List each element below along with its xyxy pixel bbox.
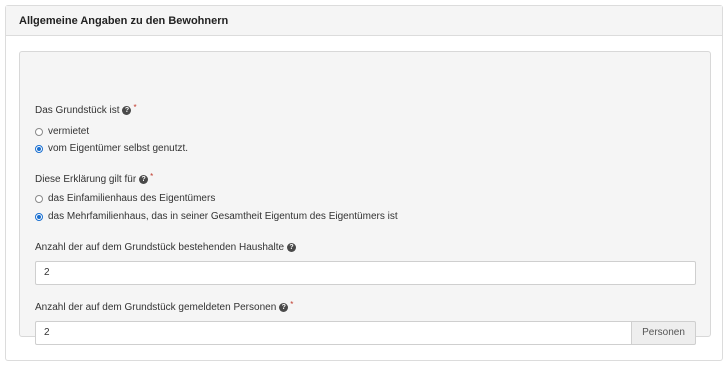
grundstueck-label: Das Grundstück ist [35, 105, 120, 116]
personen-label: Anzahl der auf dem Grundstück gemeldeten… [35, 302, 277, 313]
erklaerung-label-row: Diese Erklärung gilt für ? * [35, 172, 154, 185]
personen-label-row: Anzahl der auf dem Grundstück gemeldeten… [35, 300, 294, 313]
form-well: Das Grundstück ist ? * vermietet vom Eig… [19, 51, 711, 345]
radio-mehrfamilienhaus[interactable]: das Mehrfamilienhaus, das in seiner Gesa… [35, 211, 398, 222]
required-marker: * [290, 300, 294, 309]
radio-button-selected[interactable] [35, 144, 43, 153]
required-marker: * [133, 103, 137, 112]
question-circle-icon[interactable]: ? [287, 243, 297, 252]
haushalte-label: Anzahl der auf dem Grundstück bestehende… [35, 242, 285, 253]
panel-title: Allgemeine Angaben zu den Bewohnern [6, 6, 722, 36]
residents-panel: Allgemeine Angaben zu den Bewohnern Das … [5, 5, 723, 361]
required-marker: * [150, 172, 154, 181]
question-circle-icon[interactable]: ? [122, 106, 132, 115]
personen-unit-addon: Personen [632, 321, 696, 345]
erklaerung-label: Diese Erklärung gilt für [35, 174, 137, 185]
radio-einfamilienhaus[interactable]: das Einfamilienhaus des Eigentümers [35, 193, 215, 204]
personen-input[interactable]: 2 [35, 321, 632, 345]
haushalte-label-row: Anzahl der auf dem Grundstück bestehende… [35, 242, 297, 253]
radio-button[interactable] [35, 194, 43, 203]
question-circle-icon[interactable]: ? [139, 175, 149, 184]
radio-vermietet[interactable]: vermietet [35, 126, 89, 137]
radio-label: das Mehrfamilienhaus, das in seiner Gesa… [48, 211, 398, 222]
question-circle-icon[interactable]: ? [279, 303, 289, 312]
radio-label: das Einfamilienhaus des Eigentümers [48, 193, 216, 204]
radio-label: vermietet [48, 126, 90, 137]
radio-selbst-genutzt[interactable]: vom Eigentümer selbst genutzt. [35, 143, 188, 154]
haushalte-input[interactable]: 2 [35, 261, 696, 285]
radio-label: vom Eigentümer selbst genutzt. [48, 143, 189, 154]
radio-button[interactable] [35, 127, 43, 136]
radio-button-selected[interactable] [35, 212, 43, 221]
grundstueck-label-row: Das Grundstück ist ? * [35, 103, 137, 116]
